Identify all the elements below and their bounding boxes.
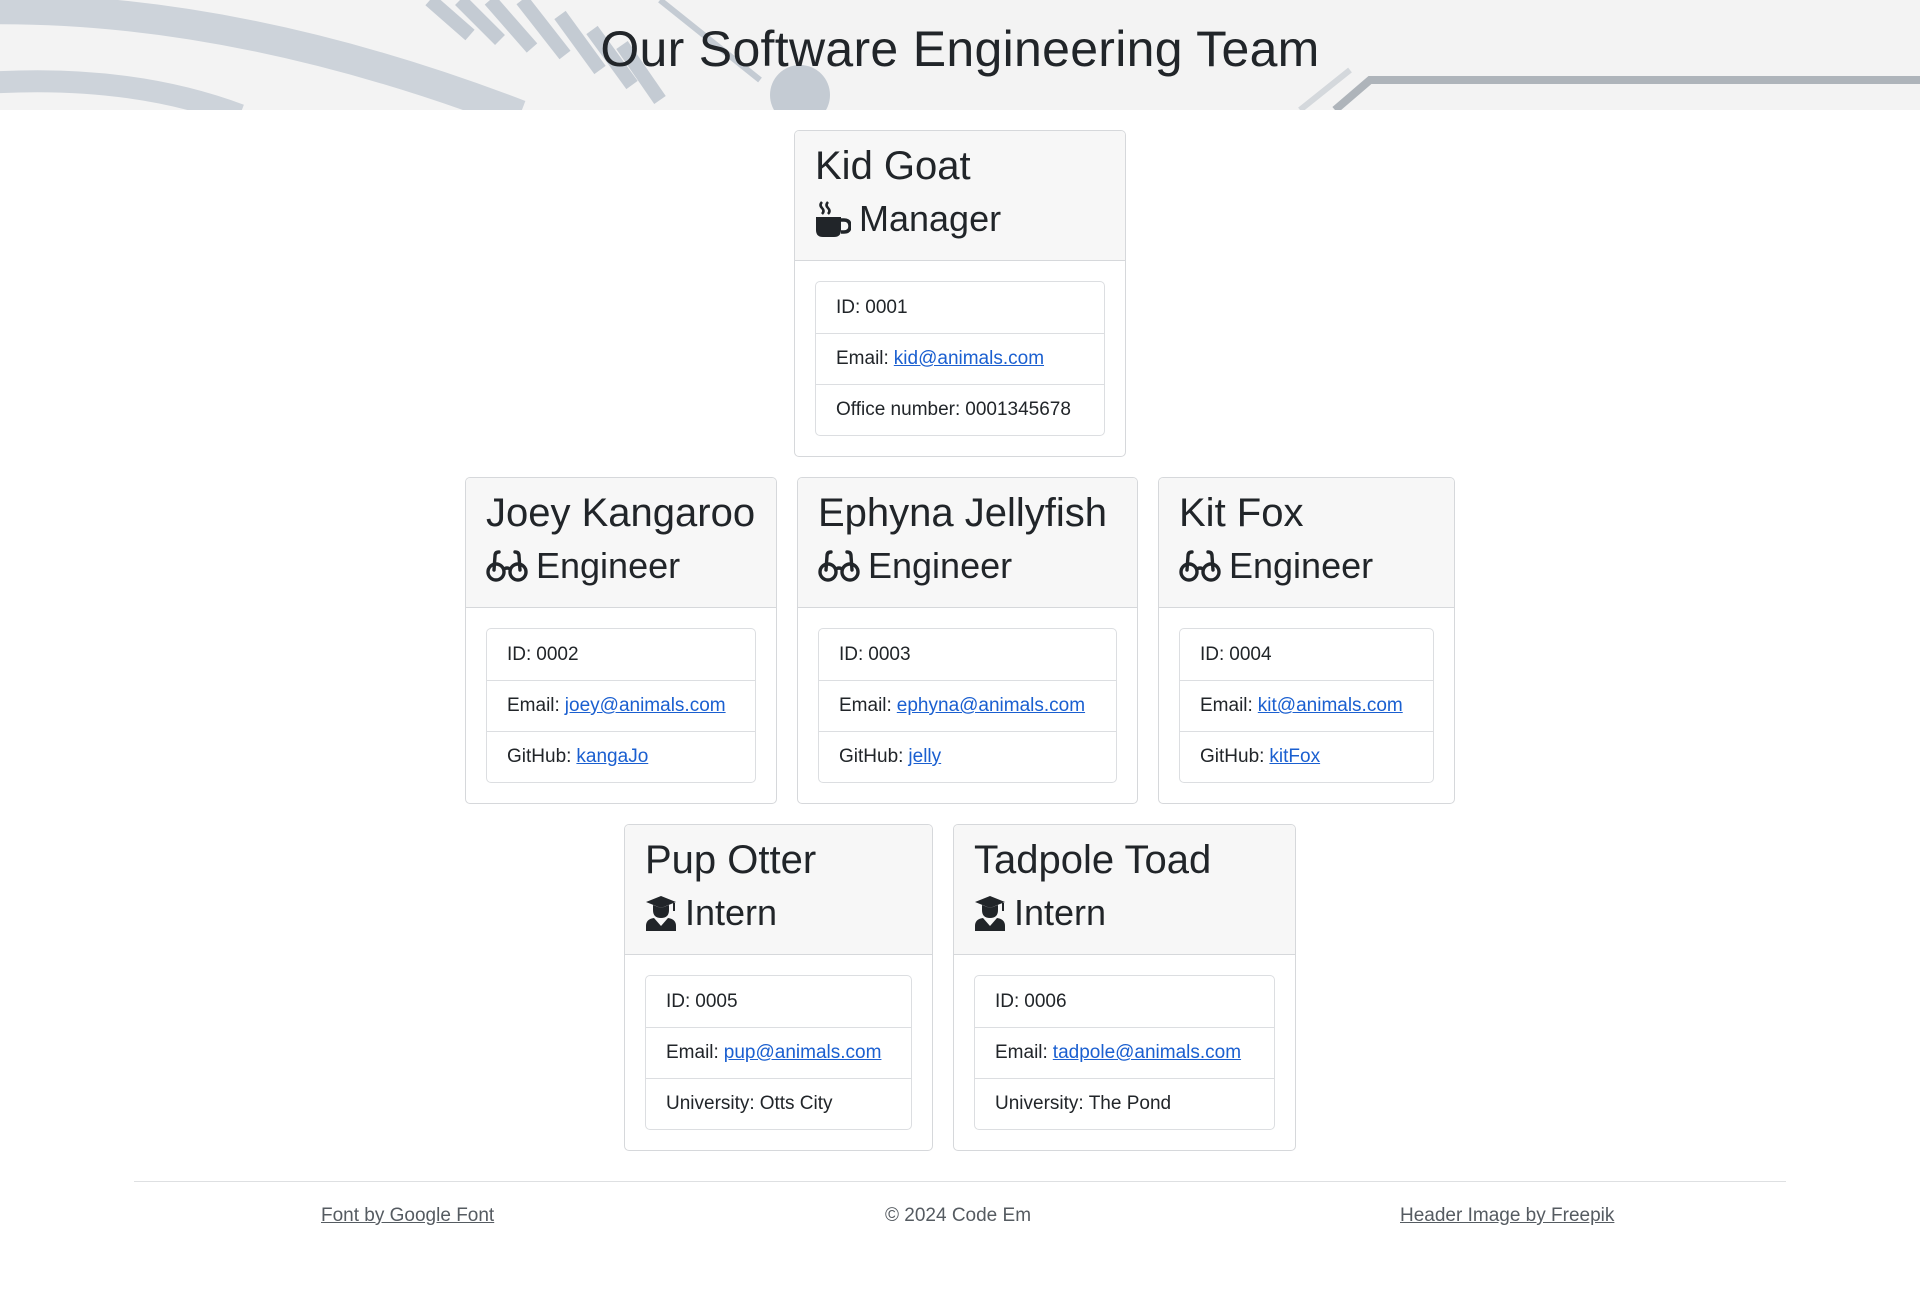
university: University: The Pond bbox=[975, 1078, 1274, 1129]
email-link[interactable]: kid@animals.com bbox=[894, 348, 1044, 370]
employee-id: ID: 0001 bbox=[836, 296, 908, 318]
graduate-icon bbox=[645, 895, 677, 931]
email-link[interactable]: tadpole@animals.com bbox=[1053, 1042, 1241, 1064]
employee-details: ID: 0005 Email: pup@animals.com University… bbox=[645, 975, 912, 1130]
employee-name: Kid Goat bbox=[815, 144, 971, 188]
role-label: Manager bbox=[859, 198, 1002, 239]
github-profile: GitHub: kangaJo bbox=[487, 731, 755, 782]
employee-card-manager: Kid Goat Manager ID: 0001 Email: kid@anima… bbox=[794, 130, 1126, 457]
glasses-icon bbox=[486, 550, 528, 582]
card-header: Ephyna Jellyfish Engineer bbox=[798, 478, 1137, 608]
employee-name: Joey Kangaroo bbox=[486, 491, 756, 535]
footer-divider bbox=[134, 1181, 1786, 1182]
employee-role: Manager bbox=[815, 196, 1105, 242]
employee-email: Email: tadpole@animals.com bbox=[975, 1027, 1274, 1078]
employee-card-engineer: Ephyna Jellyfish Engineer ID: 0003 Email:… bbox=[797, 477, 1138, 804]
employee-role: Engineer bbox=[486, 543, 756, 589]
github-link[interactable]: kangaJo bbox=[576, 746, 648, 768]
employee-name: Ephyna Jellyfish bbox=[818, 491, 1108, 535]
employee-id: ID: 0004 bbox=[1200, 643, 1272, 665]
university: University: Otts City bbox=[646, 1078, 911, 1129]
card-header: Pup Otter Intern bbox=[625, 825, 932, 955]
role-label: Engineer bbox=[868, 545, 1013, 586]
employee-email: Email: pup@animals.com bbox=[646, 1027, 911, 1078]
role-label: Intern bbox=[1014, 892, 1107, 933]
employee-email: Email: kit@animals.com bbox=[1180, 680, 1433, 731]
employee-id: ID: 0006 bbox=[995, 990, 1067, 1012]
github-profile: GitHub: jelly bbox=[819, 731, 1116, 782]
glasses-icon bbox=[818, 550, 860, 582]
employee-name: Tadpole Toad bbox=[974, 838, 1212, 882]
employee-email: Email: kid@animals.com bbox=[816, 333, 1104, 384]
graduate-icon bbox=[974, 895, 1006, 931]
employee-details: ID: 0003 Email: ephyna@animals.com GitHub:… bbox=[818, 628, 1117, 783]
card-header: Tadpole Toad Intern bbox=[954, 825, 1295, 955]
employee-role: Engineer bbox=[1179, 543, 1434, 589]
employee-card-intern: Pup Otter Intern ID: 0005 Email: pup@anima… bbox=[624, 824, 933, 1151]
employee-details: ID: 0001 Email: kid@animals.com Office num… bbox=[815, 281, 1105, 436]
employee-details: ID: 0002 Email: joey@animals.com GitHub: ka… bbox=[486, 628, 756, 783]
font-credit-link[interactable]: Font by Google Font bbox=[321, 1205, 494, 1227]
employee-role: Engineer bbox=[818, 543, 1117, 589]
email-link[interactable]: joey@animals.com bbox=[565, 695, 726, 717]
github-link[interactable]: jelly bbox=[908, 746, 941, 768]
office-number: Office number: 0001345678 bbox=[816, 384, 1104, 435]
employee-card-intern: Tadpole Toad Intern ID: 0006 Email: tadpol… bbox=[953, 824, 1296, 1151]
role-label: Intern bbox=[685, 892, 778, 933]
role-label: Engineer bbox=[1229, 545, 1374, 586]
email-link[interactable]: pup@animals.com bbox=[724, 1042, 882, 1064]
page-header: Our Software Engineering Team bbox=[0, 0, 1920, 110]
page-title: Our Software Engineering Team bbox=[600, 21, 1320, 77]
employee-name: Pup Otter bbox=[645, 838, 817, 882]
employee-details: ID: 0006 Email: tadpole@animals.com Univer… bbox=[974, 975, 1275, 1130]
employee-id: ID: 0005 bbox=[666, 990, 738, 1012]
card-header: Kit Fox Engineer bbox=[1159, 478, 1454, 608]
employee-name: Kit Fox bbox=[1179, 491, 1304, 535]
card-header: Kid Goat Manager bbox=[795, 131, 1125, 261]
employee-email: Email: joey@animals.com bbox=[487, 680, 755, 731]
copyright-text: © 2024 Code Em bbox=[885, 1205, 1032, 1226]
employee-role: Intern bbox=[974, 890, 1275, 936]
email-link[interactable]: ephyna@animals.com bbox=[897, 695, 1085, 717]
glasses-icon bbox=[1179, 550, 1221, 582]
employee-email: Email: ephyna@animals.com bbox=[819, 680, 1116, 731]
employee-details: ID: 0004 Email: kit@animals.com GitHub: kit… bbox=[1179, 628, 1434, 783]
card-header: Joey Kangaroo Engineer bbox=[466, 478, 776, 608]
role-label: Engineer bbox=[536, 545, 681, 586]
github-link[interactable]: kitFox bbox=[1269, 746, 1320, 768]
employee-id: ID: 0003 bbox=[839, 643, 911, 665]
employee-card-engineer: Joey Kangaroo Engineer ID: 0002 Email: joe… bbox=[465, 477, 777, 804]
header-image-credit-link[interactable]: Header Image by Freepik bbox=[1400, 1205, 1614, 1227]
employee-id: ID: 0002 bbox=[507, 643, 579, 665]
employee-role: Intern bbox=[645, 890, 912, 936]
github-profile: GitHub: kitFox bbox=[1180, 731, 1433, 782]
coffee-mug-icon bbox=[815, 200, 851, 238]
employee-card-engineer: Kit Fox Engineer ID: 0004 Email: kit@anima… bbox=[1158, 477, 1455, 804]
email-link[interactable]: kit@animals.com bbox=[1258, 695, 1403, 717]
